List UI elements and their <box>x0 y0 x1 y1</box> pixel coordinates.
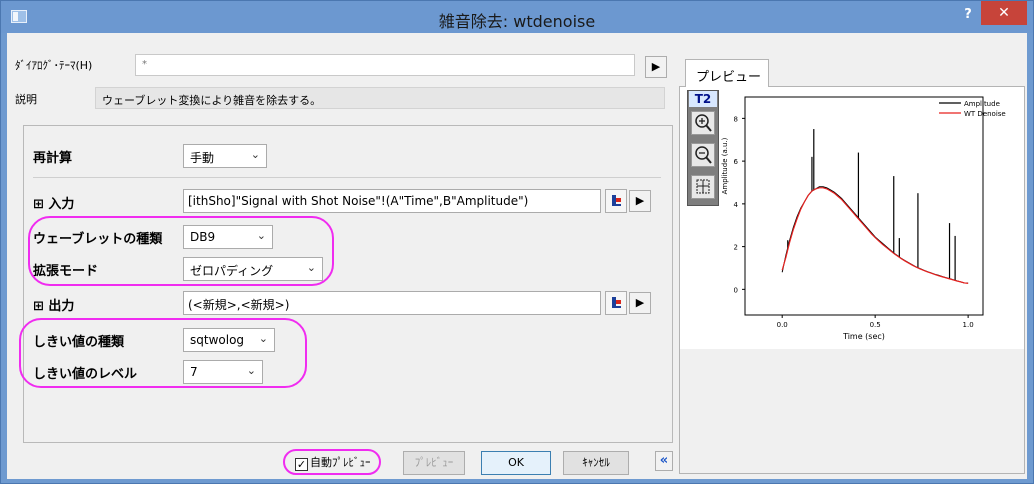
preview-button[interactable]: ﾌﾟﾚﾋﾞｭｰ <box>403 451 465 475</box>
rescale-icon <box>696 179 710 194</box>
output-expand-label[interactable]: ⊞ 出力 <box>33 295 74 314</box>
y-axis-label: Amplitude (a.u.) <box>721 137 729 194</box>
output-select-button[interactable] <box>605 291 627 315</box>
preview-chart: 0 2 4 6 8 0.0 0.5 1.0 Time (sec) Amplitude (a.u.)… <box>721 96 1006 341</box>
x-tick-label: 0.0 <box>777 321 788 329</box>
play-arrow-icon: ▶ <box>635 194 645 207</box>
theme-input[interactable]: * <box>135 54 635 76</box>
preview-empty-area <box>680 349 1024 473</box>
cancel-button[interactable]: ｷｬﾝｾﾙ <box>563 451 629 475</box>
tab-preview[interactable]: プレビュー <box>685 59 769 87</box>
window-title: 雑音除去: wtdenoise <box>438 12 596 31</box>
zoom-out-icon <box>695 146 712 164</box>
title-bar[interactable]: 雑音除去: wtdenoise ? ✕ <box>1 1 1033 33</box>
collapse-button[interactable]: « <box>655 451 673 471</box>
y-tick-label: 0 <box>734 286 738 294</box>
y-tick-label: 2 <box>734 244 738 252</box>
recalc-value: 手動 <box>190 151 215 165</box>
plot-frame <box>744 96 984 316</box>
amplitude-series-line <box>781 186 969 284</box>
description-label: 説明 <box>15 93 37 106</box>
input-expand-label[interactable]: ⊞ 入力 <box>33 193 74 212</box>
highlight-annotation <box>19 318 307 388</box>
help-button[interactable]: ? <box>955 4 981 26</box>
x-tick-label: 0.5 <box>870 321 881 329</box>
theme-menu-button[interactable]: ▶ <box>645 56 667 78</box>
input-range-field[interactable]: [ithSho]"Signal with Shot Noise"!(A"Time… <box>183 189 601 213</box>
chevron-down-icon: ⌄ <box>250 148 260 161</box>
zoom-out-button[interactable] <box>691 143 715 167</box>
range-selector-icon <box>612 195 621 206</box>
description-box: ウェーブレット変換により雑音を除去する。 <box>95 87 665 109</box>
play-arrow-icon: ▶ <box>635 296 645 309</box>
ok-button[interactable]: OK <box>481 451 551 475</box>
legend-label: WT Denoise <box>964 110 1006 118</box>
legend-label: Amplitude <box>964 100 1000 108</box>
x-axis-label: Time (sec) <box>842 332 885 341</box>
rescale-button[interactable] <box>691 175 715 199</box>
recalc-select[interactable]: 手動 ⌄ <box>183 144 267 168</box>
dialog-client-area: ﾀﾞｲｱﾛｸﾞ･ﾃｰﾏ(H) * ▶ 説明 ウェーブレット変換により雑音を除去す… <box>7 33 1027 479</box>
y-tick-label: 8 <box>734 115 738 123</box>
range-selector-icon <box>612 297 621 308</box>
denoise-series-line <box>781 187 969 284</box>
dialog-window: 雑音除去: wtdenoise ? ✕ ﾀﾞｲｱﾛｸﾞ･ﾃｰﾏ(H) * ▶ 説… <box>0 0 1034 484</box>
y-tick-label: 4 <box>734 201 739 209</box>
highlight-annotation <box>28 216 334 286</box>
range-select-button[interactable] <box>605 189 627 213</box>
theme-label: ﾀﾞｲｱﾛｸﾞ･ﾃｰﾏ(H) <box>15 59 93 72</box>
y-tick-label: 6 <box>734 158 739 166</box>
zoom-in-button[interactable] <box>691 111 715 135</box>
x-tick-label: 1.0 <box>963 321 974 329</box>
close-button[interactable]: ✕ <box>981 1 1027 25</box>
output-range-field[interactable]: (<新規>,<新規>) <box>183 291 601 315</box>
toolbar-title: T2 <box>689 91 717 107</box>
input-menu-button[interactable]: ▶ <box>629 190 651 212</box>
separator <box>33 177 661 178</box>
play-arrow-icon: ▶ <box>651 60 661 73</box>
zoom-in-icon <box>695 114 712 132</box>
recalc-label: 再計算 <box>33 151 73 166</box>
output-menu-button[interactable]: ▶ <box>629 292 651 314</box>
highlight-annotation <box>283 449 381 475</box>
